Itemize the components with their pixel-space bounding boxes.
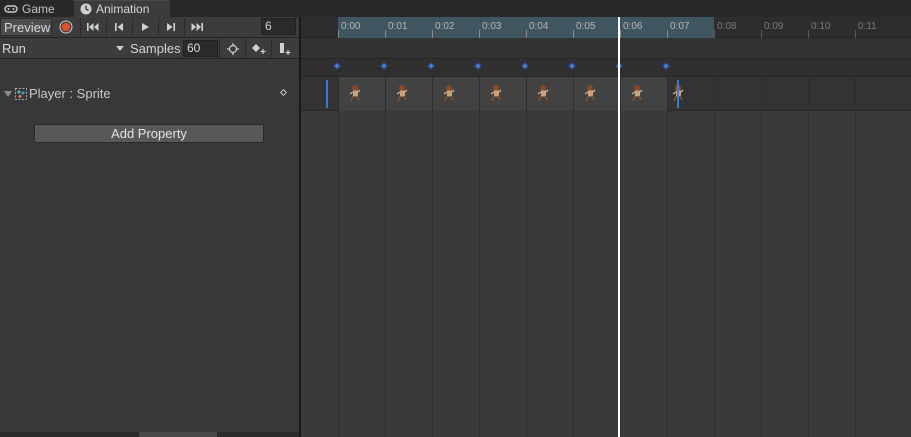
- sprite-keyframe-thumbnail[interactable]: [489, 84, 503, 102]
- samples-field[interactable]: 60: [183, 40, 218, 57]
- ruler-tick: [479, 30, 480, 38]
- sprite-keyframe-thumbnail[interactable]: [395, 84, 409, 102]
- next-key-button[interactable]: [158, 18, 182, 36]
- add-event-button[interactable]: [271, 39, 297, 58]
- add-keyframe-icon: [251, 43, 265, 54]
- timeline-gridline: [385, 59, 386, 437]
- dopesheet-panel[interactable]: 0:00 0:01 0:02 0:03 0:04 0:05 0:06 0:07 0:08 0:09…: [301, 17, 911, 437]
- ruler-tick-label: 0:00: [341, 21, 361, 32]
- ruler-tick-label: 0:05: [576, 21, 596, 32]
- animation-hierarchy-panel: Preview 6 Run Samples 60 Player: Sprite…: [0, 17, 299, 437]
- clip-boundary-marker[interactable]: [326, 80, 328, 108]
- ruler-tick: [338, 30, 339, 38]
- samples-label: Samples: [130, 41, 181, 56]
- clip-toolbar: Run Samples 60: [0, 38, 299, 59]
- prev-key-icon: [114, 23, 123, 31]
- timeline-gridline: [432, 59, 433, 437]
- timeline-gridline: [573, 59, 574, 437]
- timeline-gridline: [526, 59, 527, 437]
- window-tab-bar: Game Animation: [0, 0, 911, 17]
- ruler-tick-label: 0:07: [670, 21, 690, 32]
- ruler-tick: [714, 30, 715, 38]
- ruler-tick-label: 0:09: [764, 21, 784, 32]
- ruler-tick-label: 0:04: [529, 21, 549, 32]
- ruler-tick: [526, 30, 527, 38]
- ruler-tick-label: 0:11: [858, 21, 877, 32]
- ruler-tick-label: 0:08: [717, 21, 737, 32]
- property-row[interactable]: Player : Sprite: [0, 77, 299, 110]
- property-name: Player : Sprite: [29, 86, 111, 101]
- tab-game[interactable]: Game: [4, 0, 55, 17]
- ruler-tick: [573, 30, 574, 38]
- first-key-button[interactable]: [80, 18, 104, 36]
- add-keyframe-button[interactable]: [245, 39, 271, 58]
- snap-button[interactable]: [219, 39, 245, 58]
- ruler-tick-label: 0:06: [623, 21, 643, 32]
- play-button[interactable]: [132, 18, 156, 36]
- sprite-keyframe-thumbnail[interactable]: [536, 84, 550, 102]
- ruler-tick: [855, 30, 856, 38]
- ruler-tick-label: 0:10: [811, 21, 831, 32]
- sprite-keyframe-thumbnail[interactable]: [630, 84, 644, 102]
- dopesheet-summary-strip: [301, 38, 911, 59]
- scrollbar-thumb[interactable]: [139, 432, 217, 437]
- keyframe-diamond-icon[interactable]: [279, 88, 288, 97]
- hierarchy-scrollbar[interactable]: [0, 432, 299, 437]
- add-property-button[interactable]: Add Property: [34, 124, 264, 143]
- timeline-gridline: [479, 59, 480, 437]
- prev-key-button[interactable]: [106, 18, 130, 36]
- last-key-icon: [191, 23, 203, 31]
- crosshair-icon: [226, 42, 239, 55]
- ruler-tick: [667, 30, 668, 38]
- ruler-tick: [432, 30, 433, 38]
- clip-dropdown[interactable]: Run: [0, 39, 126, 57]
- tab-game-label: Game: [22, 1, 55, 16]
- sprite-renderer-icon: [15, 88, 27, 100]
- timeline-gridline: [855, 59, 856, 437]
- ruler-tick-label: 0:01: [388, 21, 408, 32]
- clip-boundary-marker[interactable]: [677, 80, 679, 108]
- last-key-button[interactable]: [184, 18, 208, 36]
- clip-name: Run: [2, 40, 26, 56]
- clock-icon: [80, 3, 92, 15]
- record-icon: [59, 20, 73, 34]
- foldout-arrow-icon[interactable]: [4, 91, 12, 97]
- tab-animation[interactable]: Animation: [74, 0, 170, 17]
- gamepad-icon: [4, 4, 18, 13]
- sprite-keyframe-thumbnail[interactable]: [348, 84, 362, 102]
- summary-keyframe-strip[interactable]: [301, 59, 911, 77]
- first-key-icon: [86, 23, 98, 31]
- chevron-down-icon: [116, 46, 124, 51]
- ruler-tick: [620, 30, 621, 38]
- ruler-tick-label: 0:02: [435, 21, 455, 32]
- current-frame-field[interactable]: 6: [261, 18, 296, 35]
- ruler-tick: [761, 30, 762, 38]
- playhead[interactable]: [618, 17, 620, 437]
- add-event-icon: [279, 42, 290, 55]
- time-ruler[interactable]: 0:00 0:01 0:02 0:03 0:04 0:05 0:06 0:07 0:08 0:09…: [301, 17, 911, 38]
- timeline-gridline: [338, 59, 339, 437]
- timeline-gridline: [620, 59, 621, 437]
- preview-button[interactable]: Preview: [0, 18, 52, 36]
- play-icon: [141, 23, 149, 31]
- sprite-property-lane[interactable]: [301, 77, 911, 111]
- sprite-keyframe-thumbnail[interactable]: [583, 84, 597, 102]
- tab-animation-label: Animation: [96, 2, 150, 16]
- ruler-tick: [808, 30, 809, 38]
- ruler-tick-label: 0:03: [482, 21, 502, 32]
- playback-toolbar: Preview 6: [0, 17, 299, 38]
- timeline-gridline: [761, 59, 762, 437]
- next-key-icon: [166, 23, 175, 31]
- timeline-gridline: [714, 59, 715, 437]
- timeline-gridline: [667, 59, 668, 437]
- record-button[interactable]: [54, 18, 78, 36]
- timeline-gridline: [808, 59, 809, 437]
- sprite-keyframe-thumbnail[interactable]: [442, 84, 456, 102]
- ruler-tick: [385, 30, 386, 38]
